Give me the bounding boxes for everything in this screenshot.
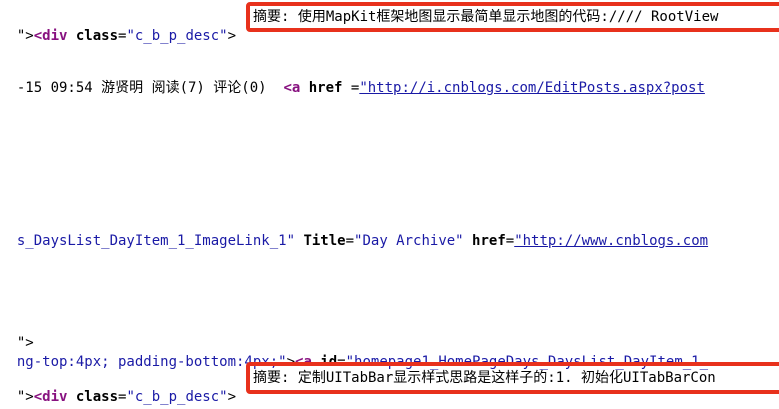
token-text: -15 09:54 游贤明 阅读(7) 评论(0) bbox=[16, 80, 284, 96]
source-line-5: ng-top:4px; padding-bottom:4px;"><a id="… bbox=[0, 332, 708, 370]
source-line-1: "><div class="c_b_p_desc"> bbox=[0, 6, 236, 44]
token-attr: class bbox=[67, 389, 119, 405]
source-line-3: s_DaysList_DayItem_1_ImageLink_1" Title=… bbox=[0, 211, 708, 249]
edit-post-link[interactable]: "http://i.cnblogs.com/EditPosts.aspx?pos… bbox=[359, 80, 705, 96]
token-text: "> bbox=[16, 28, 34, 44]
token-tag: <a bbox=[283, 80, 301, 96]
token-eq: = bbox=[345, 233, 355, 249]
token-close: > bbox=[227, 389, 237, 405]
token-attr: href bbox=[300, 80, 343, 96]
token-value: "c_b_p_desc" bbox=[126, 28, 228, 44]
cnblogs-link[interactable]: "http://www.cnblogs.com bbox=[514, 233, 708, 249]
token-attr: href bbox=[463, 233, 506, 249]
token-tag: <div bbox=[33, 389, 68, 405]
source-line-6: "><div class="c_b_p_desc"> bbox=[0, 367, 236, 405]
token-value: "c_b_p_desc" bbox=[126, 389, 228, 405]
token-value: "Day Archive" bbox=[354, 233, 464, 249]
token-text: "> bbox=[16, 389, 34, 405]
token-eq: = bbox=[342, 80, 360, 96]
token-close: > bbox=[227, 28, 237, 44]
token-eq: = bbox=[505, 233, 515, 249]
token-attr: Title bbox=[295, 233, 346, 249]
token-attr: class bbox=[67, 28, 119, 44]
token-tag: <div bbox=[33, 28, 68, 44]
source-line-2: -15 09:54 游贤明 阅读(7) 评论(0) <a href ="http… bbox=[0, 58, 705, 96]
highlighted-summary-2: 摘要: 定制UITabBar显示样式思路是这样子的:1. 初始化UITabBar… bbox=[246, 362, 779, 394]
highlighted-summary-1: 摘要: 使用MapKit框架地图显示最简单显示地图的代码://// RootVi… bbox=[246, 2, 779, 32]
source-line-4: "> bbox=[0, 313, 34, 351]
token-value: s_DaysList_DayItem_1_ImageLink_1" bbox=[16, 233, 296, 249]
